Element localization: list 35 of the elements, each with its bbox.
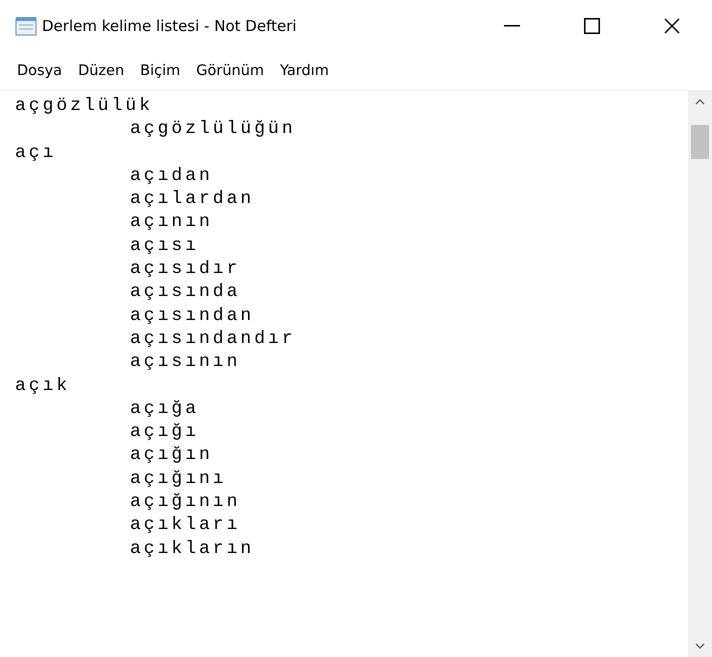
text-line: açgözlülüğün	[130, 119, 296, 140]
menu-item[interactable]: Dosya	[10, 61, 70, 81]
text-line: açığını	[130, 468, 227, 489]
minimize-icon	[504, 25, 520, 27]
text-line: açıdan	[130, 166, 213, 186]
text-line: açıkları	[130, 515, 240, 536]
text-line: açığı	[130, 422, 200, 442]
text-line: açının	[130, 212, 213, 232]
text-line: açısındandır	[130, 328, 296, 349]
text-line: açgözlülük	[15, 96, 154, 116]
text-line: açısı	[130, 236, 200, 256]
text-line: açı	[15, 142, 56, 163]
text-line: açığa	[130, 398, 200, 419]
text-line: açılardan	[130, 189, 254, 210]
menu-item[interactable]: Biçim	[133, 61, 188, 81]
scroll-down-icon[interactable]	[695, 643, 705, 649]
text-line: açıkların	[130, 538, 254, 559]
text-line: açık	[15, 376, 70, 396]
menu-item[interactable]: Düzen	[71, 61, 132, 81]
text-line: açısında	[130, 282, 240, 302]
text-area[interactable]: açgözlülük açgözlülüğün açı açıdan açılardan açının açısı açısıdır açısında açısından açısındandır açısının açık açığa açığı açığın açığını açığının açıkları açıkların	[0, 91, 688, 657]
maximize-icon	[584, 18, 600, 34]
scroll-thumb[interactable]	[691, 125, 709, 159]
close-icon	[664, 18, 680, 34]
menu-item[interactable]: Görünüm	[189, 61, 272, 81]
scroll-up-icon[interactable]	[695, 99, 705, 105]
vertical-scrollbar[interactable]	[688, 91, 712, 657]
text-line: açısıdır	[130, 259, 240, 280]
notepad-icon	[15, 16, 37, 36]
text-line: açısının	[130, 352, 240, 372]
window-title: Derlem kelime listesi - Not Defteri	[42, 17, 297, 35]
text-line: açığın	[130, 445, 213, 466]
text-line: açısından	[130, 306, 254, 326]
text-line: açığının	[130, 492, 240, 512]
menu-item[interactable]: Yardım	[273, 61, 336, 81]
